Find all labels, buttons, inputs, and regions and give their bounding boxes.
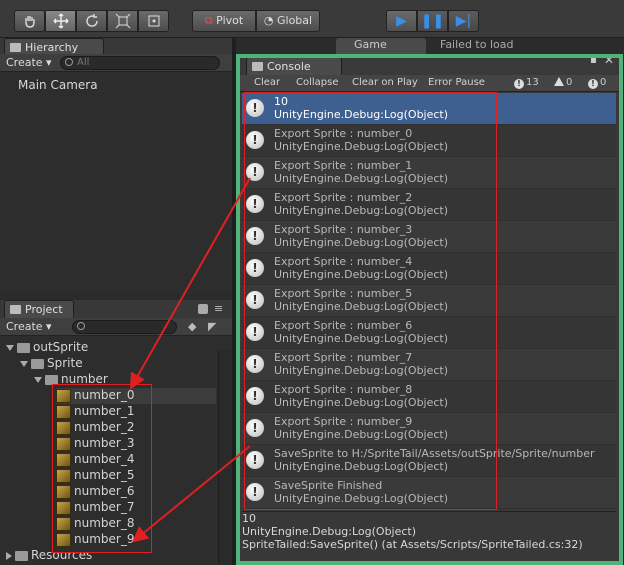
arrow-to-first-file xyxy=(130,177,251,390)
annotation-arrows xyxy=(130,177,251,543)
arrow-to-last-file xyxy=(131,445,251,543)
